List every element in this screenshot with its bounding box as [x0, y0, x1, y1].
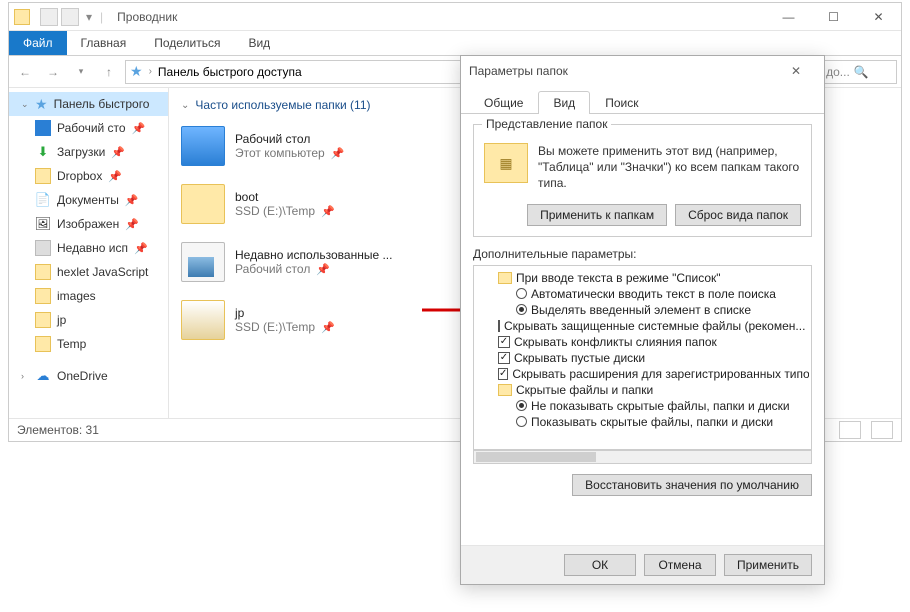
tab-view[interactable]: Вид — [234, 31, 284, 55]
sidebar-item-folder[interactable]: images — [9, 284, 168, 308]
reset-folders-button[interactable]: Сброс вида папок — [675, 204, 801, 226]
dialog-tabs: Общие Вид Поиск — [461, 90, 824, 114]
view-icons-button[interactable] — [871, 421, 893, 439]
folder-options-dialog: Параметры папок ✕ Общие Вид Поиск Предст… — [460, 55, 825, 585]
recent-icon — [181, 242, 225, 282]
checkbox[interactable] — [498, 320, 500, 332]
app-icon — [9, 9, 35, 25]
folder-views-group: Представление папок ▦ Вы можете применит… — [473, 124, 812, 237]
sidebar-item-recent[interactable]: Недавно исп📌 — [9, 236, 168, 260]
sidebar-item-folder[interactable]: Temp — [9, 332, 168, 356]
address-text: Панель быстрого доступа — [158, 65, 302, 79]
group-title: Часто используемые папки (11) — [195, 98, 370, 112]
horizontal-scrollbar[interactable] — [473, 450, 812, 464]
sidebar-item-dropbox[interactable]: Dropbox📌 — [9, 164, 168, 188]
sidebar-item-folder[interactable]: jp — [9, 308, 168, 332]
quick-access-toolbar — [35, 8, 84, 26]
maximize-button[interactable]: ☐ — [811, 3, 856, 31]
sidebar-item-desktop[interactable]: Рабочий сто📌 — [9, 116, 168, 140]
star-icon: ★ — [35, 96, 48, 113]
folder-icon — [498, 272, 512, 284]
apply-to-folders-button[interactable]: Применить к папкам — [527, 204, 667, 226]
titlebar: ▾ | Проводник — ☐ ✕ — [9, 3, 901, 31]
restore-defaults-button[interactable]: Восстановить значения по умолчанию — [572, 474, 812, 496]
sidebar-item-pictures[interactable]: 🖼Изображен📌 — [9, 212, 168, 236]
sidebar-item-documents[interactable]: 📄Документы📌 — [9, 188, 168, 212]
folder-views-text: Вы можете применить этот вид (например, … — [538, 143, 801, 192]
folder-icon — [498, 384, 512, 396]
checkbox[interactable]: ✓ — [498, 368, 508, 380]
img-icon: 🖼 — [35, 216, 51, 232]
ok-button[interactable]: ОК — [564, 554, 636, 576]
forward-button[interactable]: → — [41, 60, 65, 84]
sidebar-item-onedrive[interactable]: ›☁OneDrive — [9, 364, 168, 388]
advanced-label: Дополнительные параметры: — [473, 247, 812, 261]
tab-view[interactable]: Вид — [538, 91, 590, 114]
dialog-footer: ОК Отмена Применить — [461, 545, 824, 584]
tab-general[interactable]: Общие — [469, 91, 538, 114]
radio[interactable] — [516, 288, 527, 299]
window-title: Проводник — [109, 10, 766, 24]
advanced-settings-tree[interactable]: При вводе текста в режиме "Список" Автом… — [473, 265, 812, 450]
tab-file[interactable]: Файл — [9, 31, 67, 55]
star-icon: ★ — [130, 63, 143, 80]
history-dropdown[interactable]: ▾ — [69, 60, 93, 84]
minimize-button[interactable]: — — [766, 3, 811, 31]
search-icon: 🔍 — [854, 65, 869, 79]
tab-home[interactable]: Главная — [67, 31, 141, 55]
radio[interactable] — [516, 416, 527, 427]
folder-icon — [181, 184, 225, 224]
cancel-button[interactable]: Отмена — [644, 554, 716, 576]
radio[interactable] — [516, 400, 527, 411]
group-legend: Представление папок — [482, 117, 611, 131]
qat-dropdown-icon[interactable]: ▾ — [84, 10, 94, 24]
download-icon: ⬇ — [35, 144, 51, 160]
qat-item[interactable] — [61, 8, 79, 26]
view-details-button[interactable] — [839, 421, 861, 439]
dialog-title: Параметры папок — [469, 64, 568, 78]
chevron-down-icon: ⌄ — [181, 100, 189, 111]
folder-icon — [181, 300, 225, 340]
folder-icon: ▦ — [484, 143, 528, 183]
sidebar-item-quick-access[interactable]: ⌄★Панель быстрого — [9, 92, 168, 116]
item-count: Элементов: 31 — [17, 423, 99, 437]
up-button[interactable]: ↑ — [97, 60, 121, 84]
sidebar-item-folder[interactable]: hexlet JavaScript — [9, 260, 168, 284]
close-button[interactable]: ✕ — [856, 3, 901, 31]
desktop-icon — [181, 126, 225, 166]
chevron-right-icon: › — [149, 66, 152, 77]
apply-button[interactable]: Применить — [724, 554, 812, 576]
nav-pane: ⌄★Панель быстрого Рабочий сто📌 ⬇Загрузки… — [9, 88, 169, 418]
onedrive-icon: ☁ — [35, 368, 51, 384]
checkbox[interactable]: ✓ — [498, 336, 510, 348]
radio[interactable] — [516, 304, 527, 315]
qat-item[interactable] — [40, 8, 58, 26]
sidebar-item-downloads[interactable]: ⬇Загрузки📌 — [9, 140, 168, 164]
tab-search[interactable]: Поиск — [590, 91, 653, 114]
close-button[interactable]: ✕ — [776, 57, 816, 85]
checkbox[interactable]: ✓ — [498, 352, 510, 364]
doc-icon: 📄 — [35, 192, 51, 208]
ribbon-tabs: Файл Главная Поделиться Вид — [9, 31, 901, 56]
back-button[interactable]: ← — [13, 60, 37, 84]
tab-share[interactable]: Поделиться — [140, 31, 234, 55]
dialog-titlebar: Параметры папок ✕ — [461, 56, 824, 86]
